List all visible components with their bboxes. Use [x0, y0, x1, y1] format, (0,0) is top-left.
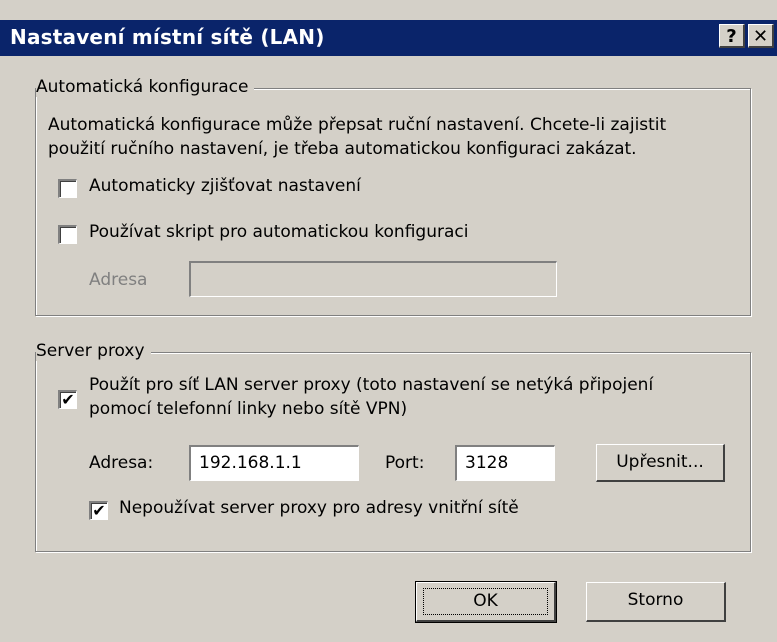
advanced-button[interactable]: Upřesnit...: [596, 444, 725, 482]
dialog-title: Nastavení místní sítě (LAN): [10, 25, 325, 49]
proxy-address-input[interactable]: 192.168.1.1: [189, 445, 359, 481]
script-address-input[interactable]: [189, 261, 557, 297]
auto-detect-label[interactable]: Automaticky zjišťovat nastavení: [89, 175, 361, 198]
script-address-label: Adresa: [89, 270, 148, 290]
use-proxy-label-line2[interactable]: pomocí telefonní linky nebo sítě VPN): [89, 398, 407, 421]
proxy-port-input[interactable]: 3128: [455, 445, 555, 481]
cancel-button[interactable]: Storno: [586, 582, 726, 622]
auto-detect-checkbox[interactable]: [58, 179, 77, 198]
help-button[interactable]: ?: [719, 24, 745, 48]
ok-button[interactable]: OK: [415, 581, 557, 623]
proxy-server-legend: Server proxy: [36, 341, 151, 361]
bypass-local-checkbox[interactable]: ✔: [89, 501, 108, 520]
auto-config-legend: Automatická konfigurace: [36, 77, 255, 97]
close-button[interactable]: ✕: [748, 24, 774, 48]
bypass-local-label[interactable]: Nepoužívat server proxy pro adresy vnitř…: [119, 497, 519, 520]
proxy-address-label: Adresa:: [89, 453, 154, 473]
use-proxy-label-line1[interactable]: Použít pro síť LAN server proxy (toto na…: [89, 374, 653, 397]
use-proxy-checkbox[interactable]: ✔: [58, 390, 77, 409]
proxy-port-label: Port:: [385, 453, 425, 473]
ok-button-label: OK: [423, 588, 548, 615]
auto-script-checkbox[interactable]: [58, 225, 77, 244]
auto-config-description-line1: Automatická konfigurace může přepsat ruč…: [48, 115, 667, 135]
title-bar[interactable]: Nastavení místní sítě (LAN) ? ✕: [0, 20, 777, 56]
auto-script-label[interactable]: Používat skript pro automatickou konfigu…: [89, 221, 468, 244]
lan-settings-dialog: Nastavení místní sítě (LAN) ? ✕ Automati…: [0, 0, 777, 642]
auto-config-description-line2: použití ručního nastavení, je třeba auto…: [48, 139, 637, 159]
